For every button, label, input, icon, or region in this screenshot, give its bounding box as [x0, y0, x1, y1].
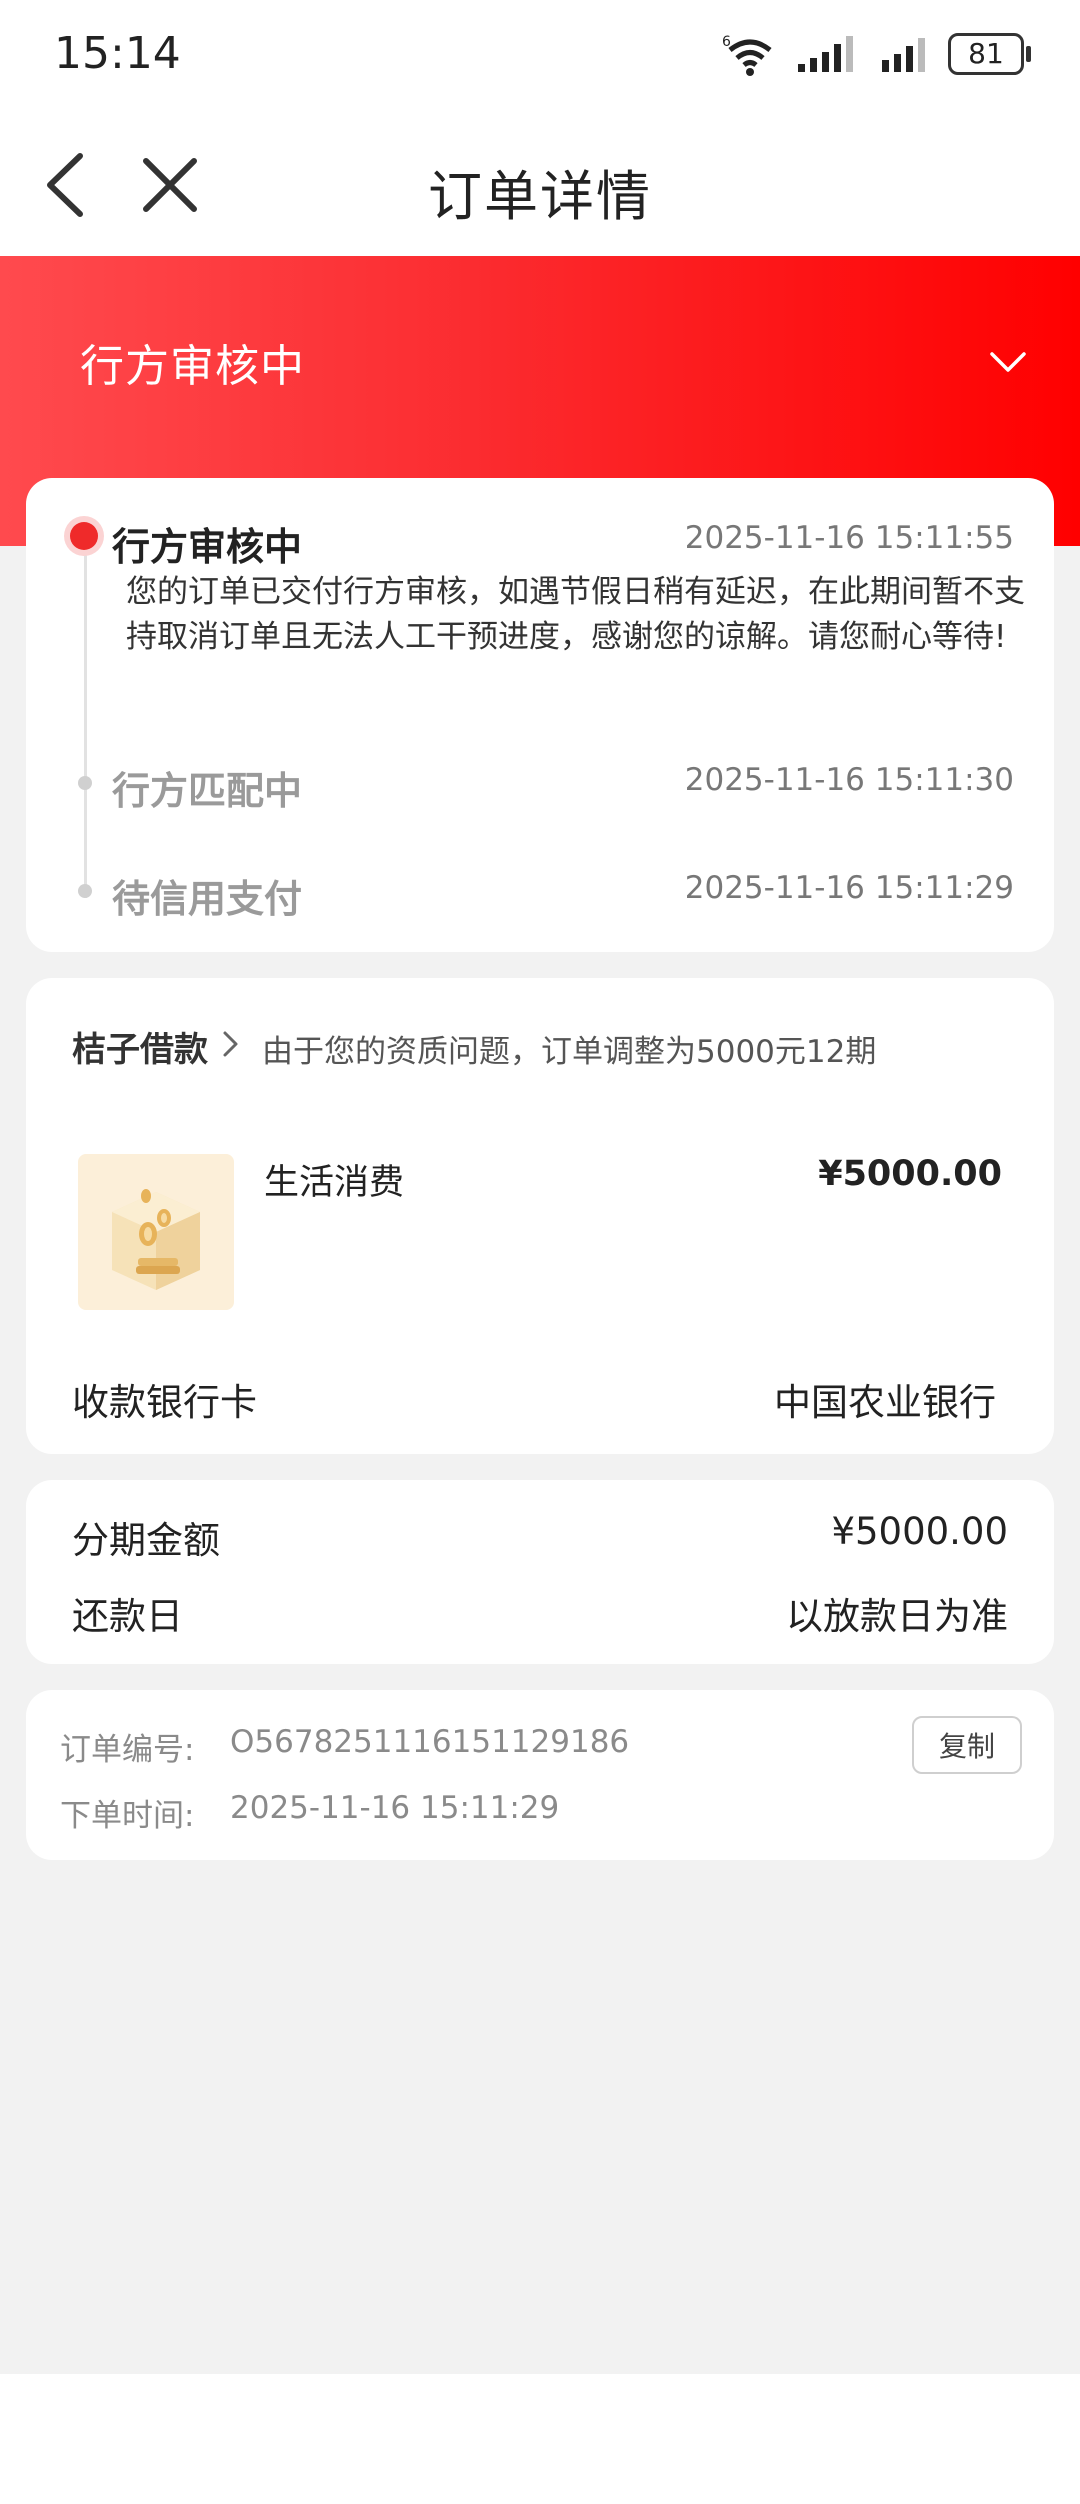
coins-box-icon — [112, 1189, 200, 1290]
order-info-card: 订单编号: O567825111615112918​6 复制 下单时间: 202… — [26, 1690, 1054, 1860]
chevron-right-icon[interactable] — [222, 1030, 240, 1058]
timeline-step-time: 2025-11-16 15:11:55 — [684, 520, 1014, 556]
product-price: ¥5000.00 — [818, 1154, 1002, 1194]
page-title: 订单详情 — [428, 165, 652, 228]
timeline-step-title: 行方审核中 — [112, 525, 303, 569]
timeline-card: 行方审核中 2025-11-16 15:11:55 您的订单已交付行方审核，如遇… — [26, 478, 1054, 952]
installment-amount-label: 分期金额 — [72, 1519, 220, 1562]
lender-note: 由于您的资质问题，订单调整为5000元12期 — [262, 1034, 877, 1070]
timeline-step-time: 2025-11-16 15:11:30 — [684, 762, 1014, 798]
status-time: 15:14 — [54, 28, 181, 79]
chevron-down-icon[interactable] — [988, 350, 1028, 376]
battery-icon: 81 — [948, 33, 1031, 75]
signal-icon — [798, 36, 853, 72]
repayment-day-label: 还款日 — [72, 1595, 183, 1638]
product-name: 生活消费 — [264, 1163, 405, 1203]
timeline-step-description: 您的订单已交付行方审核，如遇节假日稍有延迟，在此期间暂不支持取消订单且无法人工干… — [126, 574, 1025, 655]
status-icons: 6 81 — [722, 30, 1031, 78]
order-time-label: 下单时间: — [60, 1798, 195, 1834]
banner-status-title: 行方审核中 — [80, 341, 305, 392]
lender-name[interactable]: 桔子借款 — [72, 1022, 208, 1071]
repayment-day-value: 以放款日为准 — [786, 1595, 1008, 1638]
bank-card-value: 中国农业银行 — [774, 1381, 996, 1424]
installment-amount-value: ¥5000.00 — [831, 1510, 1008, 1553]
order-time-value: 2025-11-16 15:11:29 — [230, 1790, 560, 1826]
timeline-line — [84, 538, 87, 898]
signal-icon-secondary — [882, 38, 925, 72]
order-number-value: O567825111615112918​6 — [230, 1724, 630, 1760]
product-image — [78, 1154, 234, 1310]
amount-card: 分期金额 ¥5000.00 还款日 以放款日为准 — [26, 1480, 1054, 1664]
timeline-dot-active — [70, 522, 98, 550]
wifi-icon: 6 — [722, 34, 772, 76]
bottom-bar — [0, 2374, 1080, 2504]
timeline-step-title: 待信用支付 — [112, 877, 303, 921]
timeline-step-time: 2025-11-16 15:11:29 — [684, 870, 1014, 906]
bank-card-label: 收款银行卡 — [72, 1381, 257, 1424]
timeline-dot — [78, 884, 92, 898]
copy-button[interactable]: 复制 — [912, 1716, 1022, 1774]
timeline-step-title: 行方匹配中 — [112, 769, 303, 813]
nav-bar: 订单详情 — [0, 110, 1080, 256]
timeline-dot — [78, 776, 92, 790]
product-card: 桔子借款 由于您的资质问题，订单调整为5000元12期 生活消费 ¥5000.0… — [26, 978, 1054, 1454]
status-bar: 15:14 6 81 — [0, 0, 1080, 110]
order-number-label: 订单编号: — [60, 1732, 195, 1768]
